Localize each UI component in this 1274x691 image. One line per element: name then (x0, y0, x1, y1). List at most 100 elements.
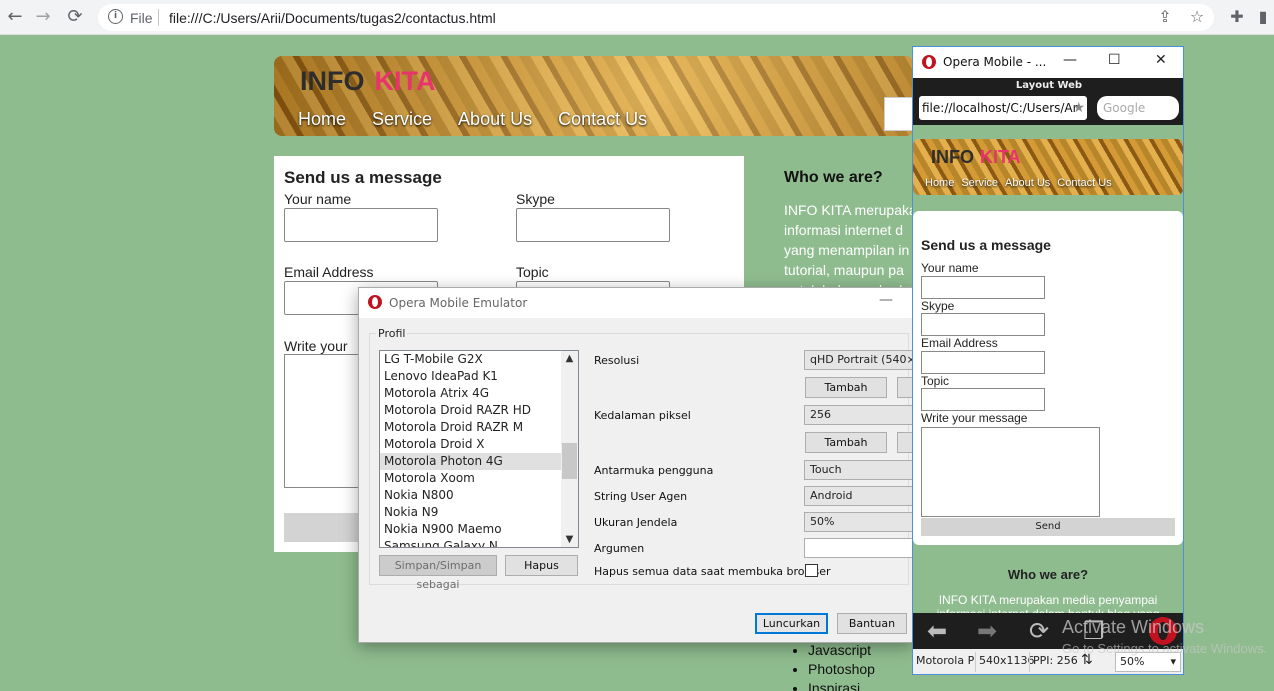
forward-icon[interactable]: ➡ (977, 617, 997, 645)
opera-titlebar[interactable]: Opera Mobile - ... — ☐ ✕ (913, 47, 1183, 77)
device-item[interactable]: Motorola Droid RAZR HD (380, 402, 561, 419)
list-item[interactable]: Javascript (808, 641, 875, 660)
emulator-dialog: Opera Mobile Emulator — Profil LG T-Mobi… (358, 287, 917, 643)
send-button[interactable]: Send (921, 518, 1175, 536)
site-search-input[interactable] (884, 97, 914, 131)
status-resolution: 540x1136 (979, 654, 1035, 667)
device-item[interactable]: Nokia N800 (380, 487, 561, 504)
status-divider (1029, 652, 1030, 672)
who-line: yang menampilan in (784, 242, 910, 258)
profile-icon[interactable]: ▮ (1252, 6, 1274, 28)
label-your-name: Your name (284, 191, 352, 207)
address-bar[interactable]: i File file:///C:/Users/Arii/Documents/t… (98, 4, 1214, 31)
minimize-button[interactable]: — (879, 292, 893, 308)
message-textarea[interactable] (284, 354, 364, 488)
nav-contact[interactable]: Contact Us (1057, 177, 1111, 189)
delete-profile-button[interactable]: Hapus (505, 555, 578, 576)
share-icon[interactable]: ⇪ (1154, 6, 1176, 28)
opera-logo-icon (368, 295, 382, 309)
nav-service[interactable]: Service (372, 109, 432, 130)
device-item[interactable]: Motorola Droid RAZR M (380, 419, 561, 436)
nav-home[interactable]: Home (298, 109, 346, 130)
maximize-button[interactable]: ☐ (1108, 52, 1121, 68)
argumen-input[interactable] (804, 538, 914, 558)
device-item-selected[interactable]: Motorola Photon 4G (380, 453, 561, 470)
extensions-icon[interactable]: ✚ (1226, 6, 1248, 28)
list-item[interactable]: Inspirasi (808, 679, 875, 691)
logo-text-info: INFO (931, 147, 974, 167)
bookmark-star-icon[interactable]: ☆ (1186, 6, 1208, 28)
mobile-who-text: INFO KITA merupakan media penyampai info… (937, 593, 1160, 613)
opera-url-input[interactable]: file://localhost/C:/Users/Ar ★ (919, 96, 1087, 120)
scroll-up-icon[interactable]: ▲ (561, 353, 578, 364)
device-item[interactable]: Nokia N9 (380, 504, 561, 521)
label-kedalaman: Kedalaman piksel (594, 409, 691, 422)
opera-viewport: INFO KITA Home Service About Us Contact U… (913, 125, 1183, 613)
label-resolusi: Resolusi (594, 354, 640, 367)
mobile-nav: Home Service About Us Contact Us (925, 177, 1112, 189)
url-text[interactable]: file:///C:/Users/Arii/Documents/tugas2/c… (169, 10, 496, 26)
resolusi-select[interactable]: qHD Portrait (540×960) (804, 350, 914, 370)
device-list-scrollbar[interactable]: ▲ ▼ (561, 351, 578, 547)
google-search-input[interactable]: Google (1097, 96, 1179, 120)
label-email: Email Address (284, 264, 374, 280)
back-icon[interactable]: ⬅ (927, 617, 947, 645)
nav-service[interactable]: Service (961, 177, 998, 189)
reload-icon[interactable]: ⟳ (1029, 617, 1049, 645)
scroll-thumb[interactable] (562, 443, 577, 479)
forward-icon[interactable]: → (32, 6, 54, 28)
device-item[interactable]: Motorola Droid X (380, 436, 561, 453)
reload-icon[interactable]: ⟳ (64, 6, 86, 28)
useragent-select[interactable]: Android (804, 486, 914, 506)
message-textarea[interactable] (921, 427, 1100, 517)
device-item[interactable]: Motorola Xoom (380, 470, 561, 487)
skype-input[interactable] (921, 313, 1045, 336)
back-icon[interactable]: ← (4, 6, 26, 28)
device-item[interactable]: Nokia N900 Maemo (380, 521, 561, 538)
kedalaman-select[interactable]: 256 (804, 405, 914, 425)
mobile-logo[interactable]: INFO KITA (931, 147, 1021, 168)
emulator-titlebar[interactable]: Opera Mobile Emulator — (359, 288, 913, 318)
info-icon[interactable]: i (108, 9, 123, 24)
send-button[interactable] (284, 513, 364, 542)
your-name-input[interactable] (921, 276, 1045, 299)
save-profile-button[interactable]: Simpan/Simpan sebagai (379, 555, 497, 591)
logo-text-kita: KITA (980, 147, 1021, 167)
nav-contact[interactable]: Contact Us (558, 109, 647, 130)
antarmuka-select[interactable]: Touch (804, 460, 914, 480)
device-item[interactable]: Lenovo IdeaPad K1 (380, 368, 561, 385)
your-name-input[interactable] (284, 208, 438, 242)
layout-web-label: Layout Web (1015, 80, 1083, 91)
hapus-data-checkbox[interactable] (805, 564, 818, 577)
site-banner: INFO KITA Home Service About Us Contact U… (274, 56, 914, 136)
label-email: Email Address (921, 336, 998, 350)
mobile-who-title: Who we are? (1007, 567, 1089, 582)
site-logo[interactable]: INFO KITA (300, 66, 436, 97)
list-item[interactable]: Photoshop (808, 660, 875, 679)
device-item[interactable]: Motorola Atrix 4G (380, 385, 561, 402)
close-button[interactable]: ✕ (1155, 52, 1167, 68)
email-input[interactable] (921, 351, 1045, 374)
help-button[interactable]: Bantuan (837, 613, 907, 634)
launch-button[interactable]: Luncurkan (755, 613, 828, 634)
tambah-resolusi-button[interactable]: Tambah (805, 377, 887, 398)
ukuran-select[interactable]: 50% (804, 512, 914, 532)
profil-legend: Profil (376, 327, 408, 340)
tambah-kedalaman-button[interactable]: Tambah (805, 432, 887, 453)
device-list[interactable]: LG T-Mobile G2X Lenovo IdeaPad K1 Motoro… (379, 350, 579, 548)
label-message: Write your message (921, 411, 1028, 425)
activate-windows-title: Activate Windows (1062, 617, 1205, 637)
topic-input[interactable] (921, 388, 1045, 411)
nav-home[interactable]: Home (925, 177, 954, 189)
bookmark-star-icon[interactable]: ★ (1072, 96, 1085, 120)
device-item[interactable]: LG T-Mobile G2X (380, 351, 561, 368)
nav-about[interactable]: About Us (458, 109, 532, 130)
skype-input[interactable] (516, 208, 670, 242)
scroll-down-icon[interactable]: ▼ (561, 534, 578, 545)
label-skype: Skype (516, 191, 555, 207)
logo-text-info: INFO (300, 66, 365, 96)
mobile-form-title: Send us a message (921, 237, 1051, 253)
nav-about[interactable]: About Us (1005, 177, 1050, 189)
minimize-button[interactable]: — (1063, 52, 1077, 68)
device-item[interactable]: Samsung Galaxy N (380, 538, 561, 547)
